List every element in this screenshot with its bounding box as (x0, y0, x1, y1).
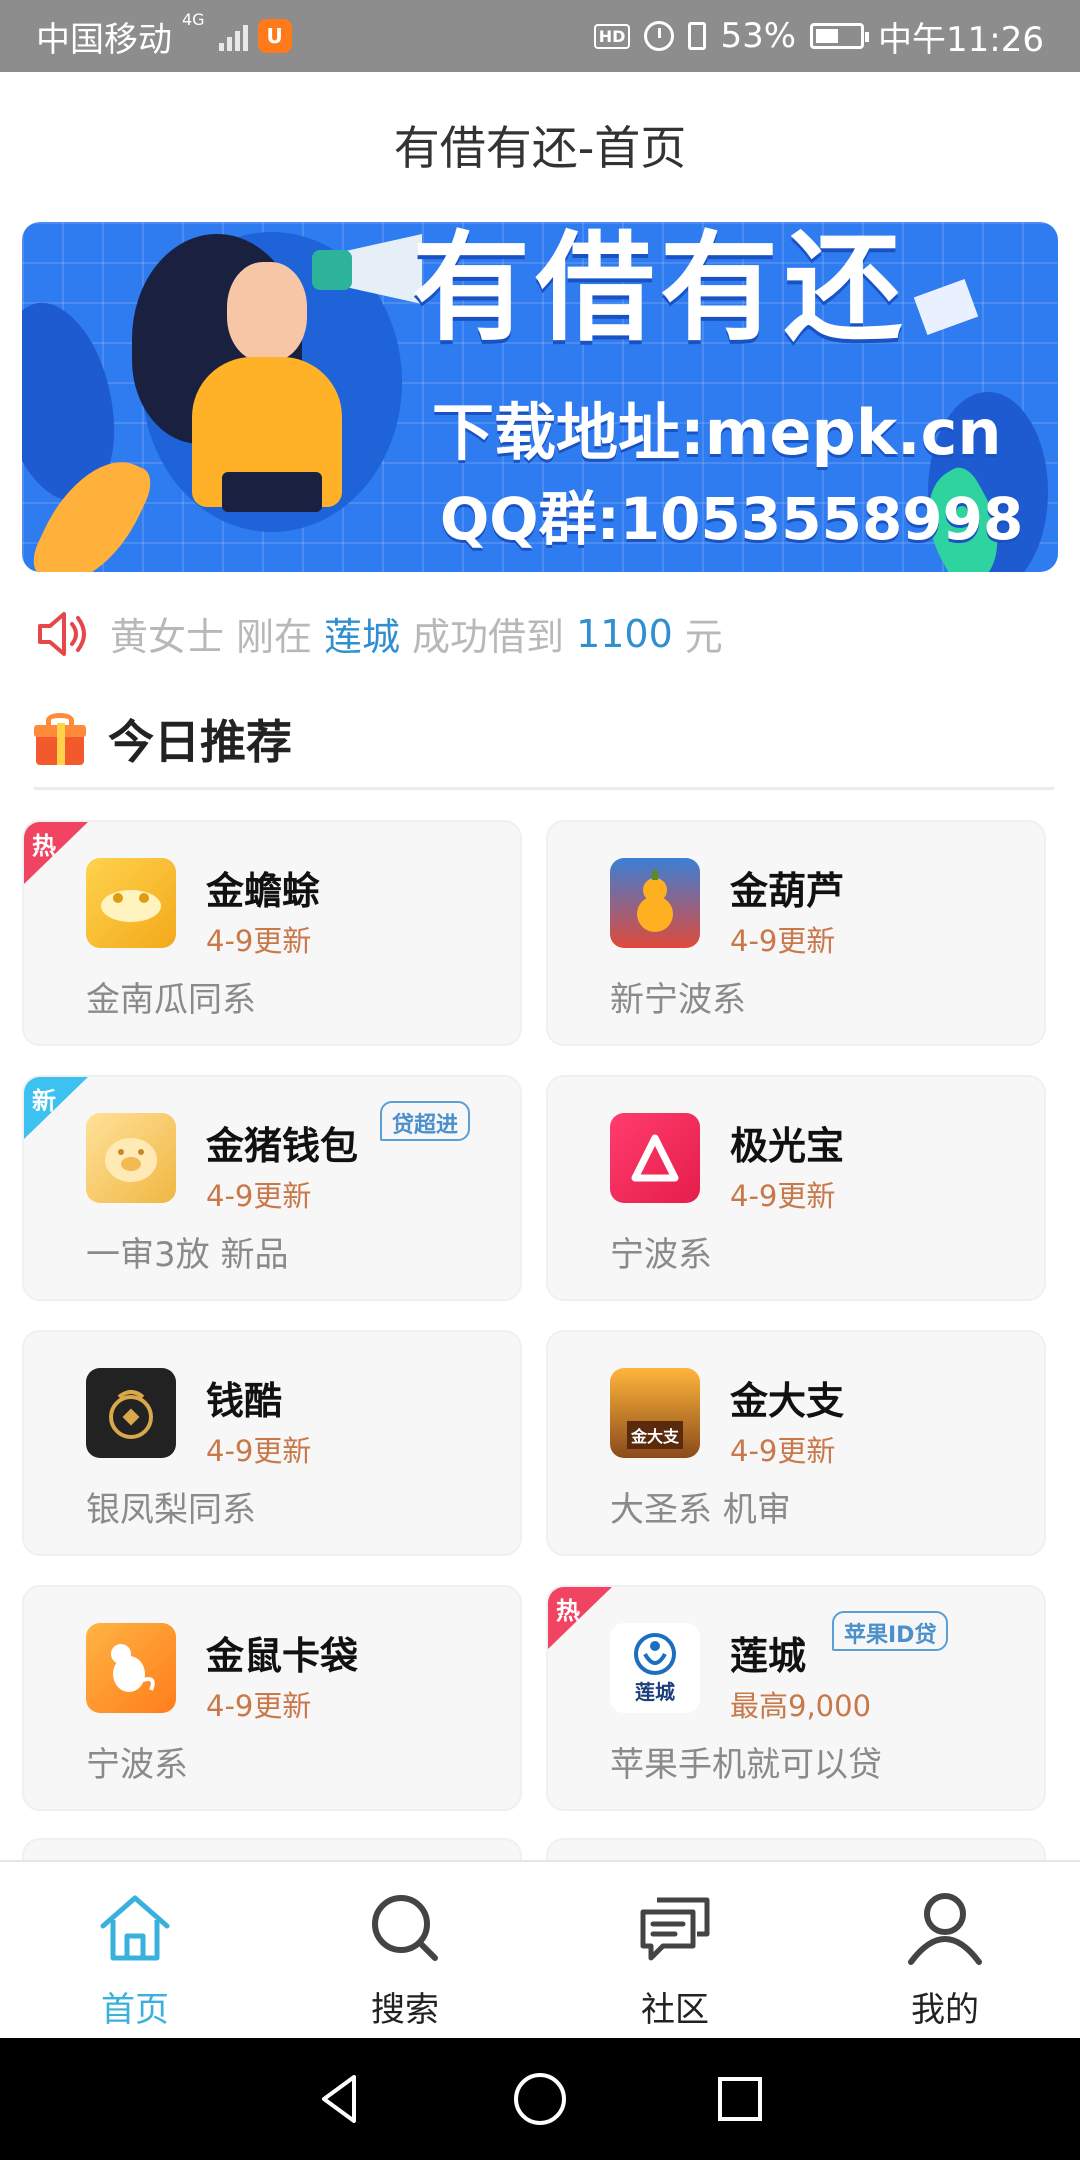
back-icon[interactable] (310, 2069, 370, 2129)
nav-label: 搜索 (371, 1990, 439, 2030)
bottom-nav: 首页 搜索 社区 我的 (0, 1860, 1080, 2038)
product-update: 最高9,000 (730, 1689, 872, 1723)
banner-title: 有借有还 (412, 222, 909, 357)
gift-icon (34, 712, 86, 765)
product-desc: 宁波系 (86, 1745, 188, 1785)
uc-browser-icon: U (257, 19, 292, 53)
carrier-label: 中国移动 (36, 19, 172, 60)
product-update: 4-9更新 (730, 1434, 836, 1468)
product-name: 金猪钱包 (206, 1124, 359, 1168)
envelope-icon (913, 278, 979, 336)
product-desc: 金南瓜同系 (86, 980, 256, 1020)
banner-qq: QQ群:1053558998 (440, 485, 1024, 553)
product-tag: 苹果ID贷 (832, 1611, 949, 1651)
product-name: 极光宝 (730, 1124, 845, 1168)
mouse-icon (86, 1623, 176, 1713)
product-card[interactable]: 金鼠卡袋 4-9更新 宁波系 (22, 1585, 522, 1811)
nav-community[interactable]: 社区 (540, 1862, 810, 2038)
signal-icon (218, 21, 248, 51)
product-desc: 大圣系 机审 (610, 1490, 791, 1530)
product-update: 4-9更新 (206, 924, 312, 958)
coin-pouch-icon (86, 1368, 176, 1458)
system-nav-bar (0, 2038, 1080, 2160)
golden-toad-icon (86, 858, 176, 948)
page-title: 有借有还-首页 (393, 121, 687, 175)
product-update: 4-9更新 (730, 924, 836, 958)
battery-icon (810, 23, 870, 49)
product-name: 钱酷 (206, 1379, 283, 1423)
page-header: 有借有还-首页 (0, 72, 1080, 218)
product-name: 莲城 (730, 1634, 807, 1678)
loan-notice: 黄女士 刚在 莲城 成功借到 1100 元 (36, 606, 723, 661)
status-bar: 中国移动 4G U HD 53% 中午11:26 (0, 0, 1080, 72)
product-desc: 新宁波系 (610, 980, 746, 1020)
notice-amount: 1100 (576, 611, 673, 656)
product-desc: 一审3放 新品 (86, 1235, 289, 1275)
speaker-icon (38, 611, 86, 656)
home-icon (100, 1895, 170, 1961)
product-tag: 贷超进 (380, 1101, 471, 1141)
product-desc: 苹果手机就可以贷 (610, 1745, 882, 1785)
golden-pig-icon (86, 1113, 176, 1203)
nav-search[interactable]: 搜索 (270, 1862, 540, 2038)
vibrate-icon (688, 22, 707, 50)
product-desc: 银凤梨同系 (86, 1490, 256, 1530)
megaphone-handle (312, 250, 352, 290)
section-heading: 今日推荐 (108, 714, 292, 769)
battery-percent: 53% (720, 16, 797, 56)
product-card[interactable]: 金猪钱包 4-9更新 一审3放 新品 新 贷超进 (22, 1075, 522, 1301)
product-update: 4-9更新 (206, 1179, 312, 1213)
network-label: 4G (182, 9, 205, 29)
product-card[interactable]: 金大支 金大支 4-9更新 大圣系 机审 (546, 1330, 1046, 1556)
notice-platform: 莲城 (324, 615, 401, 659)
nav-profile[interactable]: 我的 (810, 1862, 1080, 2038)
search-icon (372, 1895, 438, 1961)
aurora-icon (610, 1113, 700, 1203)
product-name: 金葫芦 (730, 869, 845, 913)
product-update: 4-9更新 (206, 1689, 312, 1723)
clock: 中午11:26 (878, 19, 1044, 60)
hot-badge: 热 (548, 1587, 614, 1651)
recents-icon[interactable] (710, 2069, 770, 2129)
product-name: 金鼠卡袋 (206, 1634, 359, 1678)
nav-home[interactable]: 首页 (0, 1862, 270, 2038)
notice-just: 刚在 (236, 615, 313, 659)
promo-banner[interactable]: 有借有还 下载地址:mepk.cn QQ群:1053558998 (22, 222, 1058, 572)
product-card[interactable]: 金蟾蜍 4-9更新 金南瓜同系 热 (22, 820, 522, 1046)
product-name: 金大支 (730, 1379, 845, 1423)
golden-gourd-icon (610, 858, 700, 948)
woman-pants (222, 472, 322, 512)
hot-badge: 热 (24, 822, 90, 886)
product-update: 4-9更新 (206, 1434, 312, 1468)
product-update: 4-9更新 (730, 1179, 836, 1213)
product-card[interactable]: 莲城 莲城 最高9,000 苹果手机就可以贷 热 苹果ID贷 (546, 1585, 1046, 1811)
section-today-recommend: 今日推荐 (34, 690, 1054, 790)
home-circle-icon[interactable] (510, 2069, 570, 2129)
banner-download: 下载地址:mepk.cn (432, 396, 1002, 469)
nav-label: 首页 (101, 1990, 169, 2030)
chat-icon (640, 1897, 710, 1961)
liancheng-icon: 莲城 (610, 1623, 700, 1713)
product-card[interactable]: 金葫芦 4-9更新 新宁波系 (546, 820, 1046, 1046)
notice-name: 黄女士 (110, 615, 225, 659)
nav-label: 我的 (911, 1990, 979, 2030)
alarm-icon (644, 21, 675, 51)
woman-face (227, 262, 307, 362)
hd-icon: HD (593, 23, 631, 49)
product-name: 金蟾蜍 (206, 869, 321, 913)
treasure-chest-icon: 金大支 (610, 1368, 700, 1458)
notice-unit: 元 (684, 615, 723, 659)
product-card[interactable]: 极光宝 4-9更新 宁波系 (546, 1075, 1046, 1301)
new-badge: 新 (24, 1077, 90, 1141)
user-icon (908, 1893, 982, 1965)
notice-success: 成功借到 (412, 615, 565, 659)
product-card[interactable]: 钱酷 4-9更新 银凤梨同系 (22, 1330, 522, 1556)
product-desc: 宁波系 (610, 1235, 712, 1275)
nav-label: 社区 (641, 1990, 709, 2030)
